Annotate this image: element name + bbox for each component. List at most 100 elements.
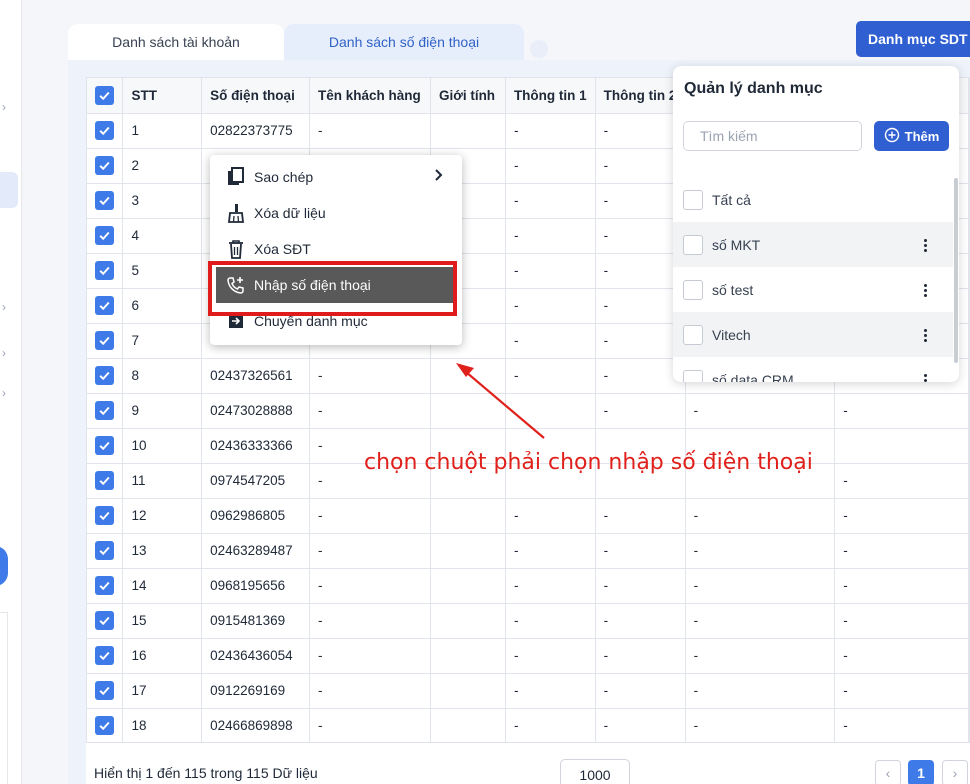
column-header[interactable]: Thông tin 1 — [505, 78, 596, 114]
category-scrollbar[interactable] — [954, 178, 958, 363]
row-checkbox[interactable] — [95, 261, 114, 280]
row-select-cell[interactable] — [87, 673, 124, 709]
row-checkbox[interactable] — [95, 436, 114, 455]
chevron-icon[interactable]: › — [2, 100, 6, 114]
column-header[interactable]: Số điện thoại — [201, 78, 310, 114]
table-cell-phone: 0915481369 — [201, 603, 310, 639]
category-label: Tất cả — [712, 191, 751, 208]
row-checkbox[interactable] — [95, 716, 114, 735]
row-checkbox[interactable] — [95, 576, 114, 595]
row-select-cell[interactable] — [87, 463, 124, 499]
category-checkbox[interactable] — [683, 189, 703, 210]
row-checkbox[interactable] — [95, 296, 114, 315]
more-vertical-icon[interactable] — [915, 325, 935, 345]
table-row[interactable]: 15 0915481369- - - - - — [87, 603, 969, 639]
table-cell-info1: - — [505, 113, 596, 149]
row-select-cell[interactable] — [87, 428, 124, 464]
tab-label: Danh sách số điện thoại — [328, 34, 480, 50]
add-category-button[interactable]: Thêm — [874, 121, 949, 151]
row-checkbox[interactable] — [95, 366, 114, 385]
sidebar-panel — [0, 612, 8, 784]
row-select-cell[interactable] — [87, 603, 124, 639]
table-row[interactable]: 16 02436436054- - - - - — [87, 638, 969, 674]
table-row[interactable]: 17 0912269169- - - - - — [87, 673, 969, 709]
table-cell-phone: 0974547205 — [201, 463, 310, 499]
row-checkbox[interactable] — [95, 506, 114, 525]
row-checkbox[interactable] — [95, 331, 114, 350]
row-checkbox[interactable] — [95, 611, 114, 630]
chevron-icon[interactable]: › — [2, 346, 6, 360]
category-item[interactable]: số data CRM — [673, 357, 953, 382]
category-checkbox[interactable] — [683, 234, 703, 255]
column-header[interactable]: Tên khách hàng — [309, 78, 431, 114]
row-select-cell[interactable] — [87, 568, 124, 604]
page-size-select[interactable]: 1000 — [560, 759, 630, 784]
table-row[interactable]: 12 0962986805- - - - - — [87, 498, 969, 534]
category-item[interactable]: số test — [673, 267, 953, 312]
chevron-icon[interactable]: › — [2, 386, 6, 400]
menu-item-clear-data[interactable]: Xóa dữ liệu — [210, 195, 462, 231]
row-select-cell[interactable] — [87, 358, 124, 394]
table-cell-info1: - — [505, 638, 596, 674]
row-select-cell[interactable] — [87, 323, 124, 359]
chevron-right-icon[interactable]: › — [942, 760, 968, 784]
sidebar-active-item[interactable] — [0, 172, 18, 208]
category-item[interactable]: Tất cả — [673, 177, 953, 222]
chevron-left-icon[interactable]: ‹ — [875, 760, 901, 784]
row-select-cell[interactable] — [87, 708, 124, 744]
more-vertical-icon[interactable] — [915, 235, 935, 255]
row-select-cell[interactable] — [87, 218, 124, 254]
column-header[interactable]: STT — [122, 78, 203, 114]
tab-account-list[interactable]: Danh sách tài khoản — [68, 24, 284, 60]
column-header[interactable]: Giới tính — [430, 78, 506, 114]
row-checkbox[interactable] — [95, 541, 114, 560]
row-checkbox[interactable] — [95, 226, 114, 245]
chevron-icon[interactable]: › — [2, 300, 6, 314]
floating-action-button[interactable] — [0, 546, 8, 586]
menu-item-label: Sao chép — [254, 169, 314, 185]
more-vertical-icon[interactable] — [915, 370, 935, 382]
table-cell-c7: - — [685, 708, 836, 744]
category-checkbox[interactable] — [683, 279, 703, 300]
menu-item-copy[interactable]: Sao chép — [210, 159, 462, 195]
select-all-cell[interactable] — [87, 78, 124, 114]
category-checkbox[interactable] — [683, 369, 703, 382]
category-search-input[interactable] — [683, 121, 862, 151]
more-vertical-icon[interactable] — [915, 280, 935, 300]
column-header[interactable]: Thông tin 2 — [595, 78, 686, 114]
row-checkbox[interactable] — [95, 121, 114, 140]
row-checkbox[interactable] — [95, 191, 114, 210]
table-cell-stt: 10 — [122, 428, 203, 464]
tab-label: Danh sách tài khoản — [112, 34, 240, 50]
table-row[interactable]: 14 0968195656- - - - - — [87, 568, 969, 604]
annotation-text: chọn chuột phải chọn nhập số điện thoại — [364, 450, 813, 475]
row-select-cell[interactable] — [87, 148, 124, 184]
row-select-cell[interactable] — [87, 638, 124, 674]
row-select-cell[interactable] — [87, 253, 124, 289]
table-row[interactable]: 9 02473028888- - - - — [87, 393, 969, 429]
category-item[interactable]: Vitech — [673, 312, 953, 357]
row-select-cell[interactable] — [87, 393, 124, 429]
row-select-cell[interactable] — [87, 498, 124, 534]
row-checkbox[interactable] — [95, 156, 114, 175]
table-cell-c8: - — [834, 533, 969, 569]
category-item[interactable]: số MKT — [673, 222, 953, 267]
row-select-cell[interactable] — [87, 113, 124, 149]
row-checkbox[interactable] — [95, 471, 114, 490]
table-row[interactable]: 18 02466869898- - - - - — [87, 708, 969, 744]
table-cell-info2: - — [595, 638, 686, 674]
row-checkbox[interactable] — [95, 681, 114, 700]
category-button[interactable]: Danh mục SDT — [856, 21, 970, 57]
current-page-button[interactable]: 1 — [908, 760, 934, 784]
select-all-checkbox[interactable] — [95, 85, 114, 105]
row-checkbox[interactable] — [95, 401, 114, 420]
row-select-cell[interactable] — [87, 533, 124, 569]
table-row[interactable]: 13 02463289487- - - - - — [87, 533, 969, 569]
table-cell-info2: - — [595, 673, 686, 709]
category-checkbox[interactable] — [683, 324, 703, 345]
tab-phone-list[interactable]: Danh sách số điện thoại — [284, 24, 524, 60]
row-select-cell[interactable] — [87, 183, 124, 219]
row-select-cell[interactable] — [87, 288, 124, 324]
row-checkbox[interactable] — [95, 646, 114, 665]
table-cell-phone: 02436333366 — [201, 428, 310, 464]
